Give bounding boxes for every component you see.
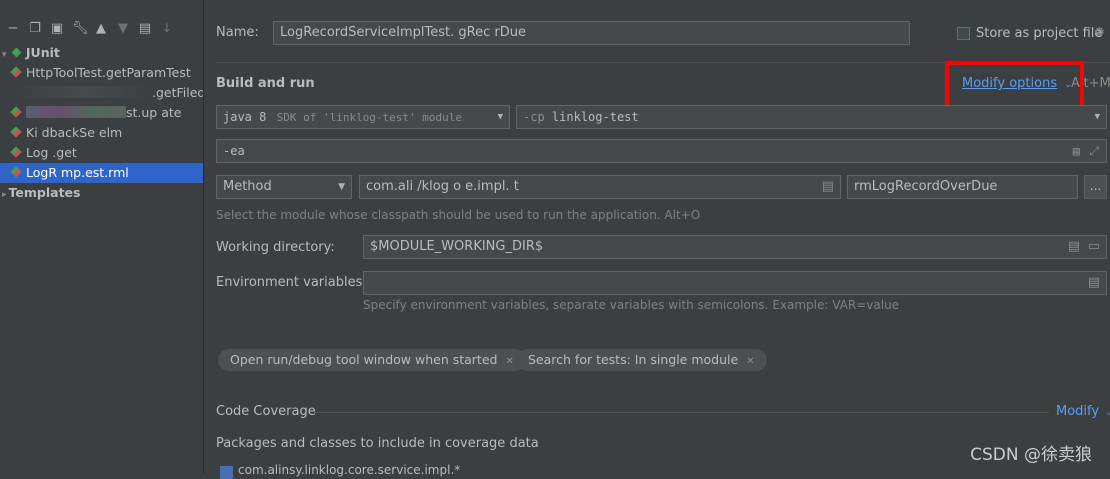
document-icon[interactable]: ▤ <box>822 176 834 198</box>
name-label: Name: <box>216 25 259 40</box>
working-directory-label-text: Working directory: <box>216 240 335 255</box>
chip-search-for-tests[interactable]: Search for tests: In single module ✕ <box>516 349 767 371</box>
class-value: com.ali /klog o e.impl. t <box>366 179 519 194</box>
junit-test-icon <box>10 106 22 118</box>
tree-group-label: JUnit <box>25 45 60 60</box>
working-directory-label: Working directory: <box>216 240 335 255</box>
tree-group-label: Templates <box>8 185 81 200</box>
browse-button[interactable]: ... <box>1084 175 1107 199</box>
cp-value: linklog-test <box>551 110 639 124</box>
jdk-hint: SDK of 'linklog-test' module <box>276 111 463 124</box>
jdk-value: java 8 <box>223 110 267 124</box>
list-item-label: Log .get <box>26 145 77 160</box>
list-item[interactable]: HttpToolTest.getParamTest <box>0 63 203 83</box>
module-hint: Select the module whose classpath should… <box>216 208 701 222</box>
code-coverage-heading: Code Coverage <box>216 404 316 419</box>
close-icon[interactable]: ✕ <box>746 356 754 367</box>
list-item[interactable]: st.up ate <box>0 103 203 123</box>
folder-icon[interactable]: ▤ <box>138 22 152 36</box>
list-item-label: HttpToolTest.getParamTest <box>26 65 191 80</box>
junit-test-icon <box>10 66 22 78</box>
cp-flag: -cp <box>523 110 545 124</box>
list-item-label: Ki dbackSe elm <box>26 125 123 140</box>
environment-variables-input[interactable]: ▤ <box>363 271 1107 295</box>
document-icon[interactable]: ▤ <box>1073 140 1080 162</box>
list-item-label: st.up ate <box>126 105 182 120</box>
document-icon[interactable]: ▤ <box>1088 272 1100 294</box>
name-input[interactable]: LogRecordServiceImplTest. gRec rDue <box>273 21 910 45</box>
tree-group-junit[interactable]: ▾ JUnit <box>0 43 203 63</box>
jdk-select[interactable]: java 8 SDK of 'linklog-test' module ▼ <box>216 105 510 129</box>
document-icon[interactable]: ▤ <box>1068 236 1080 258</box>
list-item-label: .getFiled <box>152 85 203 100</box>
class-input[interactable]: com.ali /klog o e.impl. t ▤ <box>359 175 841 199</box>
highlight-box <box>945 61 1084 110</box>
method-input[interactable]: rmLogRecordOverDue <box>847 175 1078 199</box>
package-item: com.alinsy.linklog.core.service.impl.* <box>238 463 461 477</box>
list-item[interactable]: Ki dbackSe elm <box>0 123 203 143</box>
store-as-project-file-label: Store as project file <box>976 26 1103 41</box>
store-as-project-file-checkbox[interactable] <box>957 27 970 40</box>
working-directory-input[interactable]: $MODULE_WORKING_DIR$ ▤ ▭ <box>363 235 1107 259</box>
expand-icon[interactable]: ⤢ <box>1089 140 1099 162</box>
redacted-block <box>26 106 126 118</box>
move-down-icon[interactable]: ▼ <box>116 22 130 36</box>
chevron-down-icon: ⌄ <box>1105 408 1110 418</box>
junit-icon <box>11 47 22 58</box>
environment-variables-label: Environment variables: <box>216 275 367 290</box>
vm-options-input[interactable]: -ea ▤ ⤢ <box>216 139 1107 163</box>
coverage-packages-label: Packages and classes to include in cover… <box>216 436 539 451</box>
chevron-down-icon: ▼ <box>338 182 345 192</box>
working-directory-value: $MODULE_WORKING_DIR$ <box>370 239 544 254</box>
configurations-panel: − ❐ ▣ 🔧︎ ▲ ▼ ▤ ↓ ▾ JUnit HttpToolTest.ge… <box>0 0 203 474</box>
chevron-down-icon: ▼ <box>497 112 503 122</box>
save-icon[interactable]: ▣ <box>50 22 64 36</box>
tree-group-templates[interactable]: ▸ Templates <box>0 183 203 203</box>
coverage-modify-link[interactable]: Modify ⌄ <box>1056 404 1110 419</box>
build-and-run-heading: Build and run <box>216 76 315 91</box>
move-up-icon[interactable]: ▲ <box>94 22 108 36</box>
list-item[interactable]: Log .get <box>0 143 203 163</box>
chevron-right-icon: ▸ <box>2 190 7 200</box>
junit-test-icon <box>10 126 22 138</box>
list-item[interactable]: .getFiled <box>0 83 203 103</box>
junit-test-icon <box>10 146 22 158</box>
environment-variables-hint: Specify environment variables, separate … <box>363 298 900 312</box>
chevron-down-icon: ▾ <box>2 50 7 60</box>
list-item-label: LogR mp.est.rml <box>26 165 129 180</box>
coverage-modify-label: Modify <box>1056 404 1100 419</box>
folder-icon[interactable]: ▭ <box>1088 236 1100 258</box>
package-checkbox[interactable] <box>220 466 233 479</box>
test-kind-select[interactable]: Method ▼ <box>216 175 352 199</box>
sort-icon[interactable]: ↓ <box>160 22 174 36</box>
configuration-editor: Name: LogRecordServiceImplTest. gRec rDu… <box>204 0 1110 479</box>
vm-options-value: -ea <box>223 144 245 158</box>
separator <box>314 412 1049 413</box>
watermark: CSDN @徐卖狼 <box>970 445 1092 465</box>
remove-icon[interactable]: − <box>6 22 20 36</box>
redacted-block <box>12 86 152 98</box>
configurations-toolbar: − ❐ ▣ 🔧︎ ▲ ▼ ▤ ↓ <box>6 18 174 40</box>
gear-icon[interactable]: ⚙ <box>1094 25 1105 39</box>
wrench-icon[interactable]: 🔧︎ <box>72 22 89 36</box>
chevron-down-icon: ▼ <box>1094 112 1100 122</box>
close-icon[interactable]: ✕ <box>505 356 513 367</box>
classpath-select[interactable]: -cp linklog-test ▼ <box>516 105 1107 129</box>
chip-open-tool-window[interactable]: Open run/debug tool window when started ✕ <box>218 349 526 371</box>
chip-label: Open run/debug tool window when started <box>230 352 498 367</box>
chip-label: Search for tests: In single module <box>528 352 739 367</box>
test-kind-value: Method <box>223 179 272 194</box>
list-item-selected[interactable]: LogR mp.est.rml <box>0 163 203 183</box>
copy-icon[interactable]: ❐ <box>28 22 42 36</box>
junit-test-icon <box>10 166 22 178</box>
configurations-tree: ▾ JUnit HttpToolTest.getParamTest .getFi… <box>0 43 203 203</box>
